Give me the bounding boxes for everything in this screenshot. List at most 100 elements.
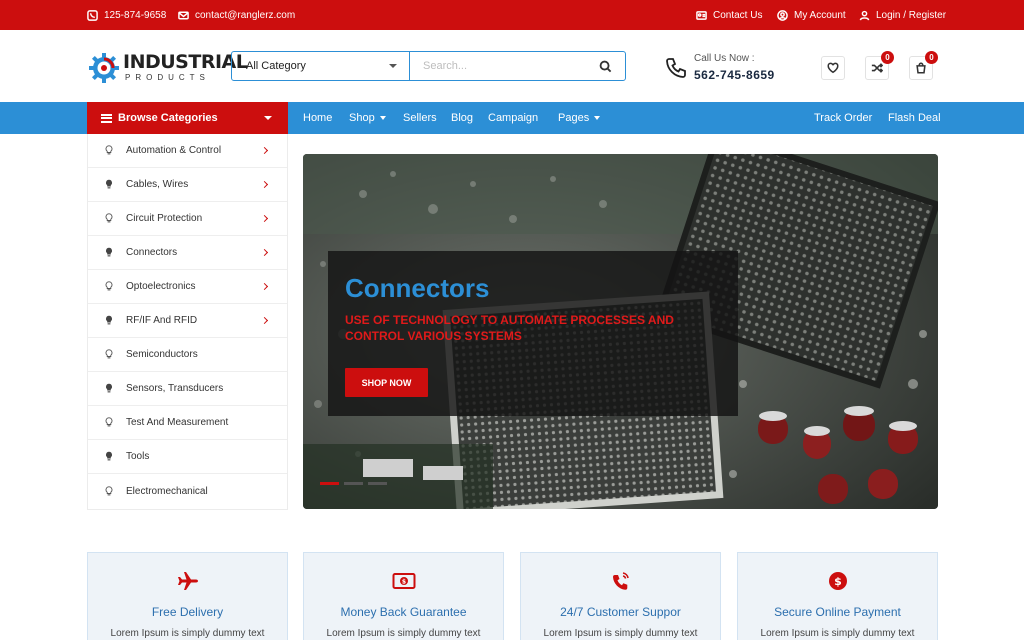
chevron-right-icon <box>260 180 269 189</box>
category-item[interactable]: Electromechanical <box>88 474 287 508</box>
feature-desc: Lorem Ipsum is simply dummy text <box>760 628 915 639</box>
feature-title: Free Delivery <box>151 605 224 619</box>
category-select[interactable]: All Category <box>232 52 410 80</box>
category-item[interactable]: Cables, Wires <box>88 168 287 202</box>
nav-track-order-label: Track Order <box>814 112 873 124</box>
chevron-right-icon <box>260 214 269 223</box>
heart-icon <box>827 62 839 74</box>
category-item[interactable]: Automation & Control <box>88 134 287 168</box>
chevron-right-icon <box>260 282 269 291</box>
nav-pages-label: Pages <box>558 112 590 124</box>
bulb-icon <box>105 349 113 360</box>
mail-icon <box>178 11 189 19</box>
search-button[interactable] <box>585 52 625 80</box>
category-label: Automation & Control <box>126 145 222 156</box>
category-label: Test And Measurement <box>126 417 229 428</box>
category-label: Sensors, Transducers <box>126 383 224 394</box>
nav-sellers[interactable]: Sellers <box>403 102 437 134</box>
feature-box: 24/7 Customer Suppor Lorem Ipsum is simp… <box>520 552 721 640</box>
plane-icon <box>176 570 200 592</box>
cart-button[interactable]: 0 <box>909 51 938 80</box>
shop-now-button[interactable]: SHOP NOW <box>345 368 428 397</box>
topbar-email[interactable]: contact@ranglerz.com <box>178 0 295 30</box>
contact-icon <box>696 10 707 20</box>
site-header: INDUSTRIAL PRODUCTS All Category Call Us… <box>0 30 1024 102</box>
bulb-icon <box>105 383 113 394</box>
bulb-icon <box>105 179 113 190</box>
search-bar: All Category <box>231 51 626 81</box>
nav-track-order[interactable]: Track Order <box>814 102 872 134</box>
my-account-link[interactable]: My Account <box>777 0 846 30</box>
category-select-value: All Category <box>246 60 306 72</box>
slider-pagination <box>320 482 387 485</box>
feature-box: Free Delivery Lorem Ipsum is simply dumm… <box>87 552 288 640</box>
gear-logo-icon <box>89 53 119 83</box>
hero-subtitle: Use of technology to automate processes … <box>345 313 674 343</box>
topbar-email-text: contact@ranglerz.com <box>195 9 296 21</box>
phone-icon <box>87 9 98 21</box>
feature-title: 24/7 Customer Suppor <box>560 605 681 619</box>
feature-title: Money Back Guarantee <box>340 605 467 619</box>
chevron-down-icon <box>389 64 397 68</box>
nav-pages[interactable]: Pages <box>558 102 601 134</box>
category-item[interactable]: Circuit Protection <box>88 202 287 236</box>
user-icon <box>859 10 870 20</box>
feature-desc: Lorem Ipsum is simply dummy text <box>110 628 265 639</box>
call-label: Call Us Now : <box>694 53 755 64</box>
chevron-right-icon <box>260 146 269 155</box>
top-bar: 125-874-9658 contact@ranglerz.com Contac… <box>0 0 1024 30</box>
login-register-link[interactable]: Login / Register <box>859 0 946 30</box>
category-item[interactable]: Semiconductors <box>88 338 287 372</box>
chevron-down-icon <box>594 116 601 120</box>
nav-sellers-label: Sellers <box>403 112 437 124</box>
nav-home-label: Home <box>303 112 333 124</box>
logo-wordmark: INDUSTRIAL <box>123 51 248 73</box>
slider-dot[interactable] <box>344 482 363 485</box>
nav-campaign[interactable]: Campaign <box>488 102 538 134</box>
cart-icon <box>916 62 926 74</box>
secure-payment-icon: $ <box>826 570 850 592</box>
nav-shop-label: Shop <box>349 112 375 124</box>
svg-text:$: $ <box>401 579 405 586</box>
feature-box: $ Secure Online Payment Lorem Ipsum is s… <box>737 552 938 640</box>
chevron-right-icon <box>260 316 269 325</box>
chevron-down-icon <box>264 116 272 120</box>
bulb-icon <box>105 281 113 292</box>
category-item[interactable]: RF/IF And RFID <box>88 304 287 338</box>
hero-slider[interactable]: Connectors Use of technology to automate… <box>303 154 938 509</box>
nav-home[interactable]: Home <box>303 102 332 134</box>
main-nav: Browse Categories Home Shop Sellers Blog… <box>0 102 1024 134</box>
money-icon: $ <box>392 570 416 592</box>
nav-shop[interactable]: Shop <box>349 102 386 134</box>
bulb-icon <box>105 417 113 428</box>
shuffle-icon <box>871 63 883 73</box>
nav-blog[interactable]: Blog <box>451 102 473 134</box>
menu-icon <box>101 113 112 123</box>
search-icon <box>599 60 611 72</box>
bulb-icon <box>105 451 113 462</box>
site-logo[interactable]: INDUSTRIAL PRODUCTS <box>86 50 248 86</box>
bulb-icon <box>105 145 113 156</box>
topbar-phone[interactable]: 125-874-9658 <box>87 0 166 30</box>
wishlist-button[interactable] <box>821 56 845 80</box>
feature-box: $ Money Back Guarantee Lorem Ipsum is si… <box>303 552 504 640</box>
browse-categories-label: Browse Categories <box>118 112 218 124</box>
browse-categories-button[interactable]: Browse Categories <box>87 102 288 134</box>
svg-text:$: $ <box>834 575 842 588</box>
contact-us-label: Contact Us <box>713 9 763 21</box>
compare-button[interactable]: 0 <box>865 51 894 80</box>
category-label: RF/IF And RFID <box>126 315 198 326</box>
category-item[interactable]: Sensors, Transducers <box>88 372 287 406</box>
contact-us-link[interactable]: Contact Us <box>696 0 762 30</box>
category-item[interactable]: Tools <box>88 440 287 474</box>
category-item[interactable]: Connectors <box>88 236 287 270</box>
bulb-icon <box>105 315 113 326</box>
nav-flash-deal[interactable]: Flash Deal <box>888 102 941 134</box>
slider-dot[interactable] <box>320 482 339 485</box>
category-item[interactable]: Optoelectronics <box>88 270 287 304</box>
category-item[interactable]: Test And Measurement <box>88 406 287 440</box>
topbar-phone-text: 125-874-9658 <box>104 9 167 21</box>
slider-dot[interactable] <box>368 482 387 485</box>
search-input[interactable] <box>410 52 585 80</box>
hero-title: Connectors <box>345 273 490 303</box>
